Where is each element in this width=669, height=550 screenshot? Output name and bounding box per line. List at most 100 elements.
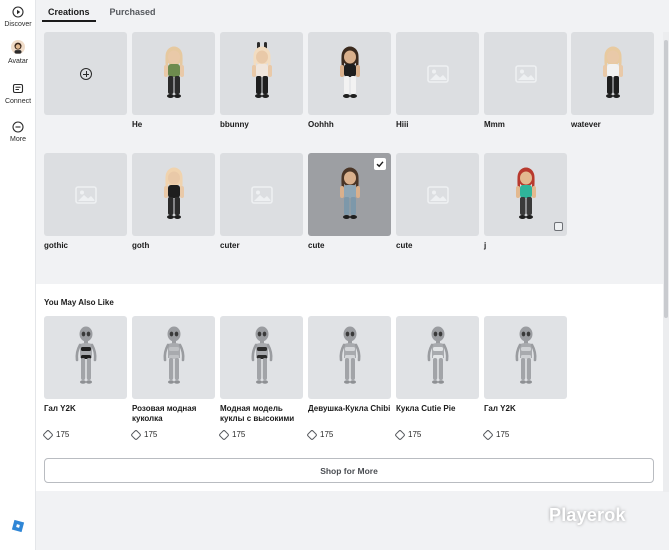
nav-item-discover[interactable]: Discover: [0, 5, 36, 28]
creation-name: cute: [396, 241, 413, 250]
recommendation-name: Гал Y2K: [44, 404, 76, 413]
check-icon: [374, 158, 386, 170]
recommendation-name: Модная модель куклы с высокими: [220, 404, 295, 423]
nav-item-label: Avatar: [7, 58, 29, 65]
image-placeholder-icon: [74, 185, 97, 204]
recommendation-thumbnail: [308, 316, 391, 399]
item-preview: [247, 324, 277, 391]
creation-card[interactable]: cuter: [220, 153, 303, 250]
recommendation-card[interactable]: Модная модель куклы с высокими 175: [218, 316, 303, 441]
watermark: Playerok: [549, 505, 626, 525]
recommendation-price: 175: [320, 430, 334, 439]
recommendation-price: 175: [408, 430, 422, 439]
image-placeholder-icon: [514, 64, 537, 83]
recommendation-name: Кукла Cutie Pie: [396, 404, 456, 413]
creation-card[interactable]: Oohhh: [308, 32, 391, 129]
nav-item-label: Discover: [4, 21, 32, 28]
creation-card[interactable]: goth: [132, 153, 215, 250]
creation-name: cuter: [220, 241, 240, 250]
item-preview: [335, 324, 365, 391]
create-new-card[interactable]: [44, 32, 127, 115]
recommendation-price-row: 175: [218, 428, 303, 441]
creation-card[interactable]: watever: [571, 32, 654, 129]
recommendations-title: You May Also Like: [44, 298, 114, 307]
creation-card[interactable]: cute: [396, 153, 479, 250]
recommendation-card[interactable]: Девушка-Кукла Chibi 175: [306, 316, 391, 441]
recommendation-card[interactable]: Гал Y2K 175: [482, 316, 567, 441]
creation-card[interactable]: He: [132, 32, 215, 129]
recommendation-card[interactable]: Гал Y2K 175: [42, 316, 127, 441]
recommendation-card[interactable]: Розовая модная куколка 175: [130, 316, 215, 441]
avatar-preview: [152, 40, 196, 107]
recommendation-card[interactable]: Кукла Cutie Pie 175: [394, 316, 479, 441]
avatar-preview: [152, 161, 196, 228]
tab-creations[interactable]: Creations: [38, 7, 100, 22]
recommendation-price-row: 175: [394, 428, 479, 441]
creation-card[interactable]: gothic: [44, 153, 127, 250]
roblox-logo-icon[interactable]: [11, 519, 25, 533]
creation-name: Oohhh: [308, 120, 334, 129]
add-icon: [79, 67, 92, 80]
nav-item-label: Connect: [4, 98, 32, 105]
recommendation-thumbnail: [484, 316, 567, 399]
creation-thumbnail: [396, 32, 479, 115]
robux-icon: [482, 428, 494, 441]
avatar-preview: [591, 40, 635, 107]
creation-card[interactable]: bbunny: [220, 32, 303, 129]
creation-thumbnail: [484, 32, 567, 115]
creation-thumbnail: [44, 153, 127, 236]
creation-name: bbunny: [220, 120, 249, 129]
nav-item-connect[interactable]: Connect: [0, 82, 36, 105]
item-preview: [71, 324, 101, 391]
avatar-preview: [328, 161, 372, 228]
creation-thumbnail: [132, 153, 215, 236]
robux-icon: [218, 428, 230, 441]
creation-name: Hiii: [396, 120, 409, 129]
tab-purchased[interactable]: Purchased: [100, 7, 166, 22]
robux-icon: [130, 428, 142, 441]
badge-icon: [554, 222, 563, 231]
avatar-preview: [504, 161, 548, 228]
avatar-preview: [328, 40, 372, 107]
shop-for-more-button[interactable]: Shop for More: [44, 458, 654, 483]
recommendation-price: 175: [56, 430, 70, 439]
creation-thumbnail: [308, 32, 391, 115]
nav-rail: Discover Avatar Connect More: [0, 0, 36, 550]
play-circle-icon: [11, 5, 25, 19]
avatar-content: Creations Purchased He bbunny Oohhh Hiii…: [36, 0, 669, 550]
creation-card[interactable]: j: [484, 153, 567, 250]
creation-card[interactable]: Hiii: [396, 32, 479, 129]
creation-thumbnail: [44, 32, 127, 115]
creation-thumbnail: [308, 153, 391, 236]
creation-thumbnail: [220, 153, 303, 236]
chat-icon: [11, 82, 25, 96]
creation-name: Mmm: [484, 120, 505, 129]
creation-name: cute: [308, 241, 325, 250]
creation-thumbnail: [484, 153, 567, 236]
creation-thumbnail: [132, 32, 215, 115]
robux-icon: [306, 428, 318, 441]
item-preview: [423, 324, 453, 391]
creation-name: He: [132, 120, 143, 129]
recommendation-price: 175: [232, 430, 246, 439]
recommendation-price-row: 175: [42, 428, 127, 441]
creation-name: goth: [132, 241, 150, 250]
scrollbar[interactable]: [663, 32, 669, 492]
nav-item-more[interactable]: More: [0, 120, 36, 143]
scrollbar-thumb[interactable]: [664, 40, 668, 318]
recommendation-name: Девушка-Кукла Chibi: [308, 404, 391, 413]
nav-item-avatar[interactable]: Avatar: [0, 40, 36, 65]
recommendations-section: You May Also Like Гал Y2K 175 Розовая мо…: [36, 284, 663, 491]
creation-card[interactable]: Mmm: [484, 32, 567, 129]
recommendation-name: Гал Y2K: [484, 404, 516, 413]
robux-icon: [42, 428, 54, 441]
image-placeholder-icon: [250, 185, 273, 204]
nav-item-label: More: [10, 136, 26, 143]
recommendation-thumbnail: [396, 316, 479, 399]
recommendation-thumbnail: [44, 316, 127, 399]
item-preview: [159, 324, 189, 391]
recommendation-price: 175: [496, 430, 510, 439]
creation-card[interactable]: cute: [308, 153, 391, 250]
creation-name: gothic: [44, 241, 68, 250]
avatar-icon: [11, 40, 25, 54]
